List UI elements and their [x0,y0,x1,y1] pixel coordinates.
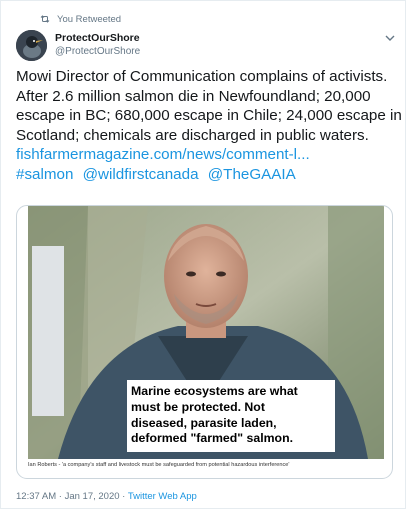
meta-separator: · [56,491,65,502]
author-block[interactable]: ProtectOurShore @ProtectOurShore [55,32,140,58]
tweet-time[interactable]: 12:37 AM [16,491,56,502]
retweet-icon [40,15,50,23]
hashtag-salmon[interactable]: #salmon [16,166,73,183]
media-photo[interactable]: Marine ecosystems are what must be prote… [28,206,384,459]
retweet-label: You Retweeted [57,13,122,25]
tweet-line: Mowi Director of Communication complains… [16,68,388,85]
meta-separator: · [119,491,128,502]
chevron-down-icon[interactable] [384,32,396,44]
tweet-line: After 2.6 million salmon die in Newfound… [16,87,371,105]
retweet-indicator: You Retweeted [39,12,121,26]
avatar[interactable] [16,30,47,61]
tweet-card[interactable]: You Retweeted ProtectOurShore @ProtectOu… [0,0,406,509]
tweet-media[interactable]: Marine ecosystems are what must be prote… [16,205,393,479]
tweet-date[interactable]: Jan 17, 2020 [65,491,120,502]
author-name[interactable]: ProtectOurShore [55,32,140,45]
bird-avatar-image [16,30,47,61]
tweet-source[interactable]: Twitter Web App [128,491,197,502]
hashtag-row: #salmon @wildfirstcanada @TheGAAIA [16,165,398,185]
author-handle[interactable]: @ProtectOurShore [55,45,140,58]
mention-wildfirstcanada[interactable]: @wildfirstcanada [83,166,199,183]
mention-thegaaia[interactable]: @TheGAAIA [208,166,296,183]
tweet-meta: 12:37 AM · Jan 17, 2020 · Twitter Web Ap… [16,491,197,502]
photo-caption: Ian Roberts - 'a company's staff and liv… [28,462,290,468]
article-link[interactable]: fishfarmermagazine.com/news/comment-l... [16,146,310,163]
tweet-text: Mowi Director of Communication complains… [16,67,402,185]
tweet-line: Scotland; chemicals are discharged in pu… [16,126,369,144]
quote-overlay-text: Marine ecosystems are what must be prote… [131,384,298,446]
tweet-line: escape in BC; 680,000 escape in Chile; 2… [16,107,402,124]
quote-overlay: Marine ecosystems are what must be prote… [127,380,335,452]
